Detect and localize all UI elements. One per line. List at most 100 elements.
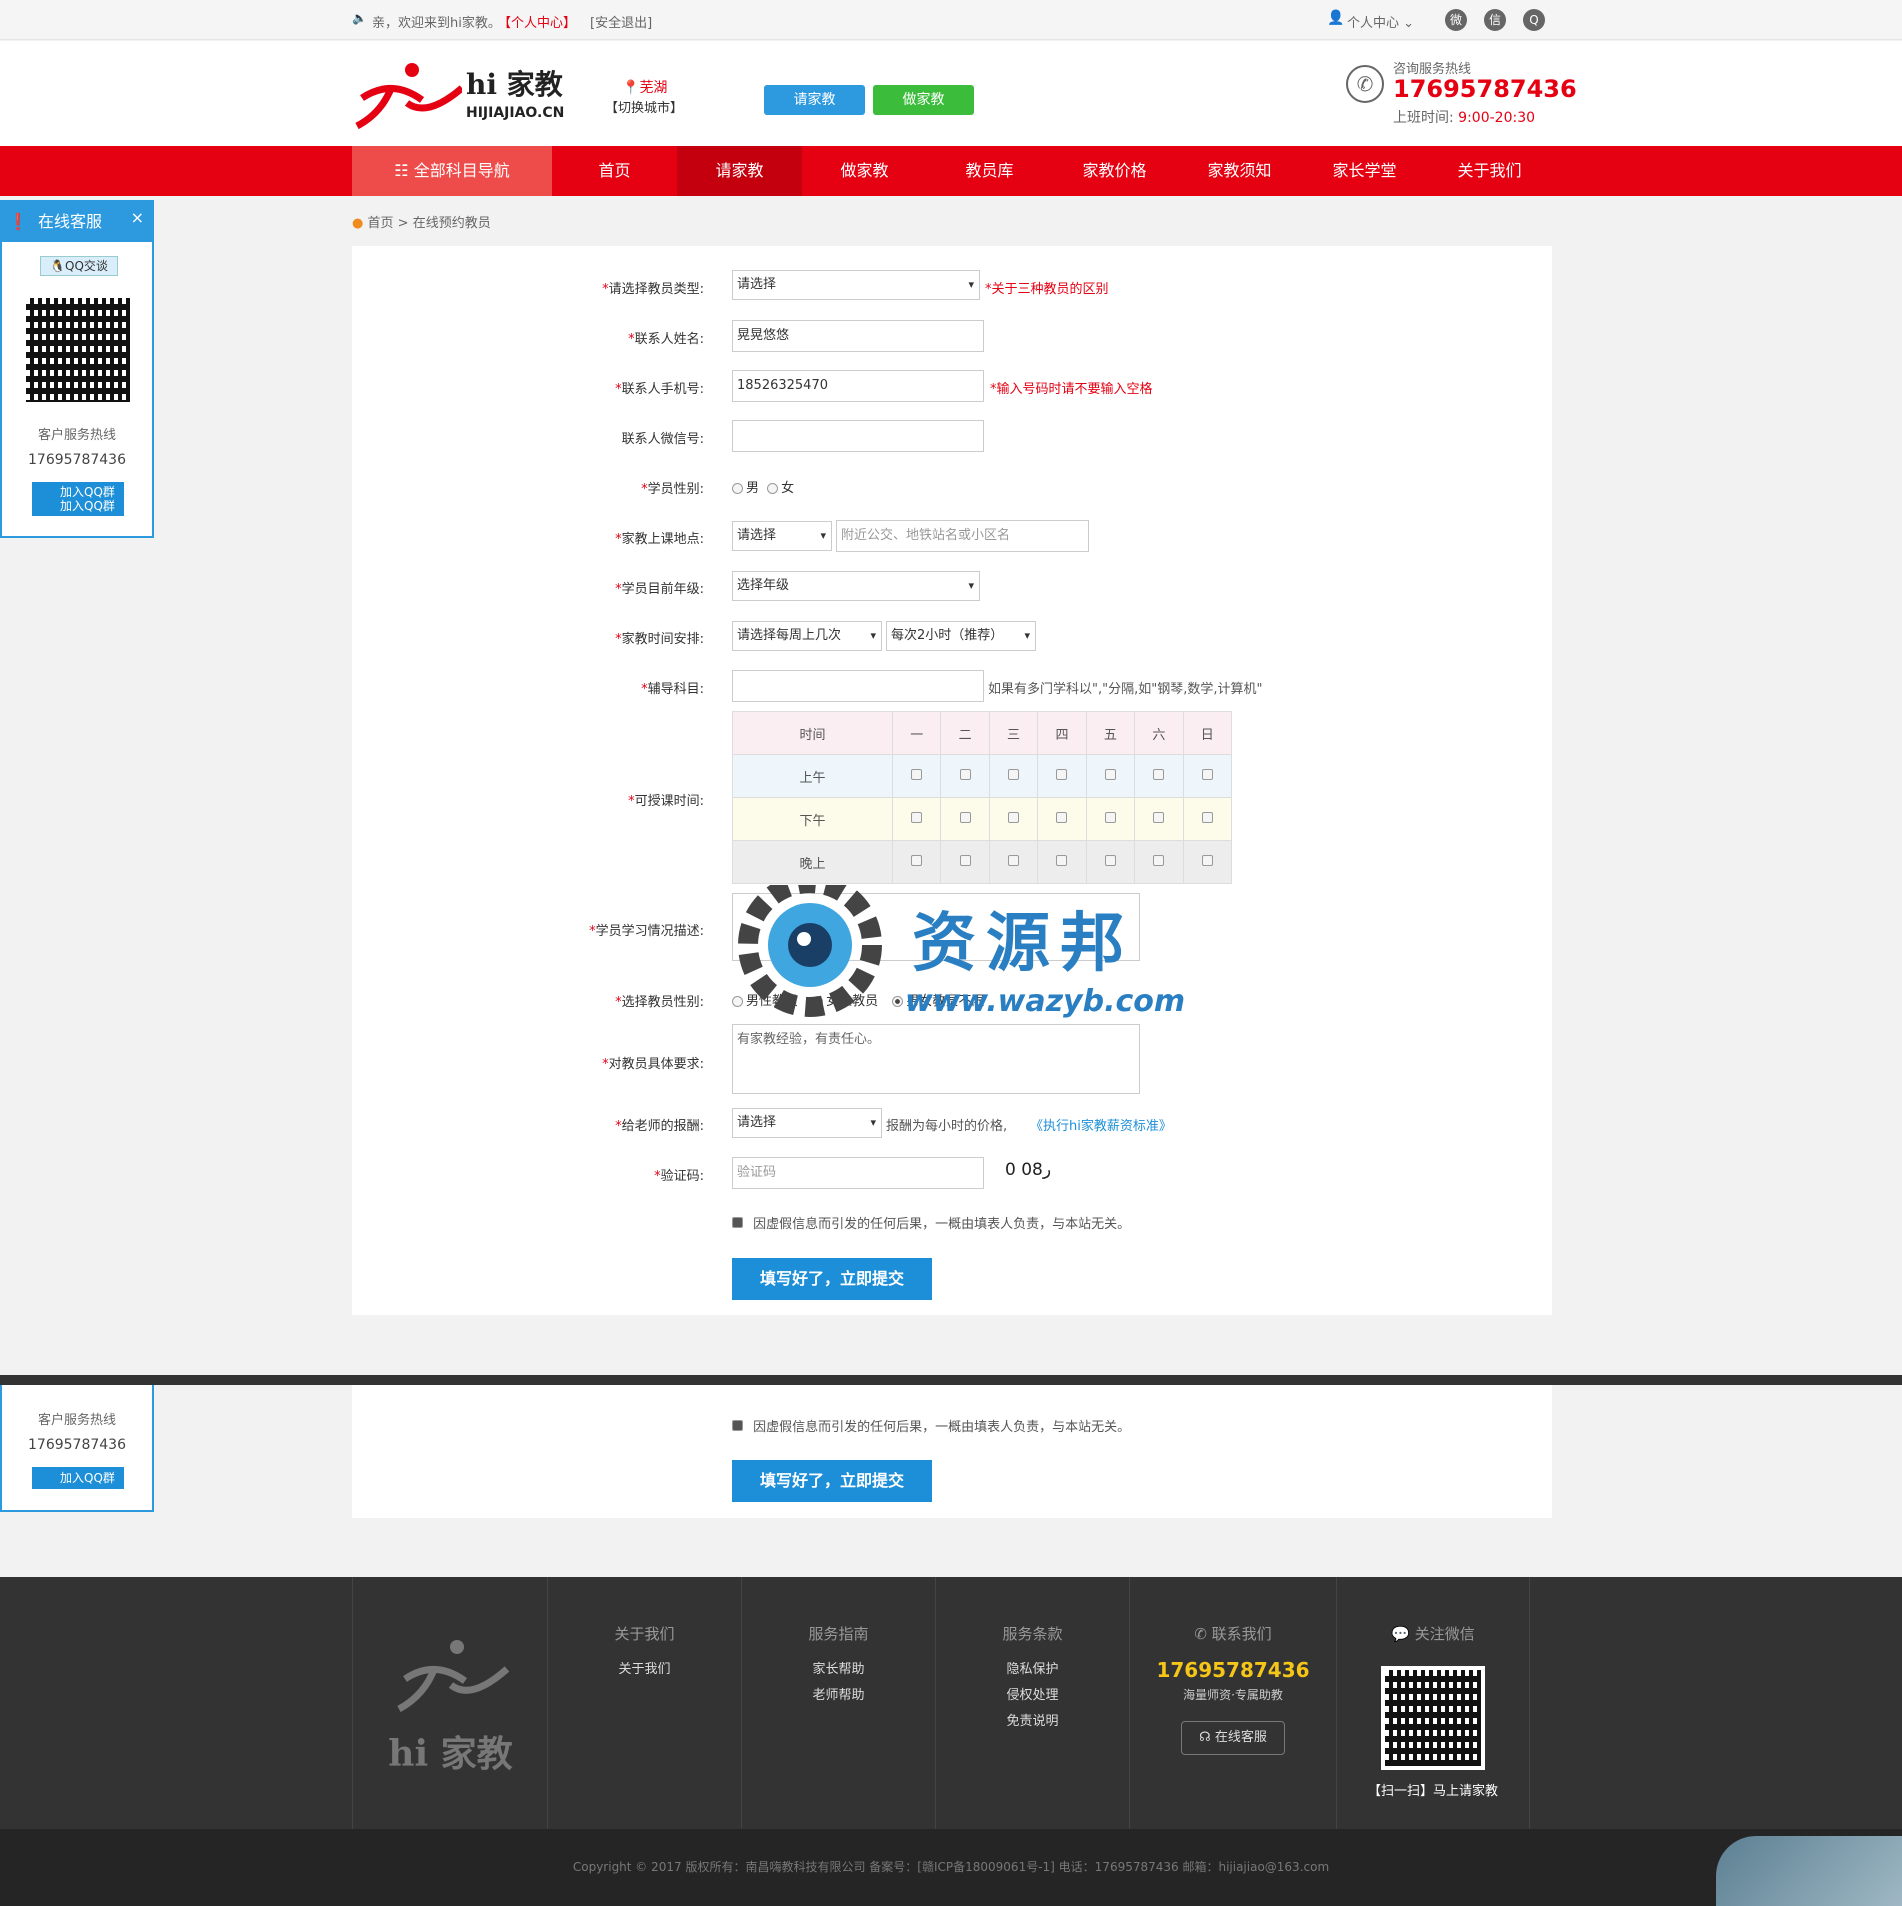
time-checkbox[interactable] — [1153, 811, 1165, 823]
footer-link-teacher-help[interactable]: 老师帮助 — [742, 1688, 935, 1704]
join-qq-group-button[interactable]: 加入QQ群 加入QQ群 — [32, 482, 124, 516]
footer-link-privacy[interactable]: 隐私保护 — [936, 1662, 1129, 1678]
nav-hire-tutor[interactable]: 请家教 — [677, 146, 802, 196]
salary-standard-link[interactable]: 《执行hi家教薪资标准》 — [1030, 1115, 1172, 1134]
time-checkbox[interactable] — [1153, 854, 1165, 866]
grade-select[interactable]: 选择年级 — [732, 571, 980, 601]
time-checkbox[interactable] — [911, 768, 923, 780]
row-label-evening: 晚上 — [732, 840, 893, 884]
agree-checkbox[interactable] — [732, 1217, 743, 1228]
time-checkbox[interactable] — [1056, 811, 1068, 823]
time-checkbox[interactable] — [911, 854, 923, 866]
time-checkbox[interactable] — [1008, 811, 1020, 823]
become-tutor-button[interactable]: 做家教 — [873, 85, 974, 115]
chat-bubble-icon: ❗ — [8, 212, 28, 231]
time-checkbox[interactable] — [1201, 854, 1213, 866]
teacher-type-hint[interactable]: *关于三种教员的区别 — [985, 278, 1109, 297]
nav-all-subjects[interactable]: ☷ 全部科目导航 — [352, 146, 552, 196]
time-checkbox[interactable] — [1201, 768, 1213, 780]
join-qq-label-2: 加入QQ群 — [60, 499, 115, 513]
footer-link-about[interactable]: 关于我们 — [548, 1662, 741, 1678]
join-qq-label: 加入QQ群 — [60, 485, 115, 499]
header: hi 家教 HIJIAJIAO.CN 📍芜湖 【切换城市】 请家教 做家教 ✆ … — [0, 41, 1902, 146]
pay-select[interactable]: 请选择 — [732, 1108, 882, 1138]
time-checkbox[interactable] — [1104, 768, 1116, 780]
contact-wechat-input[interactable] — [732, 420, 984, 452]
close-icon[interactable]: × — [131, 198, 144, 238]
submit-button-repeat[interactable]: 填写好了，立即提交 — [732, 1460, 932, 1502]
footer-about-title: 关于我们 — [614, 1625, 675, 1643]
join-qq-group-button-repeat[interactable]: 加入QQ群 — [32, 1467, 124, 1489]
contact-phone-input[interactable]: 18526325470 — [732, 370, 984, 402]
user-menu[interactable]: 个人中心 ⌄ — [1347, 12, 1414, 31]
service-hotline-label-repeat: 客户服务热线 — [37, 1413, 116, 1428]
nav-tutor-library[interactable]: 教员库 — [927, 146, 1052, 196]
time-checkbox[interactable] — [1201, 811, 1213, 823]
watermark-gear-icon — [730, 873, 890, 1025]
gender-male-label: 男 — [746, 481, 760, 496]
agree-checkbox-repeat[interactable] — [732, 1420, 743, 1431]
online-service-widget-repeat: 客户服务热线 17695787436 加入QQ群 — [0, 1385, 154, 1512]
hotline-number: 17695787436 — [1393, 75, 1577, 103]
nav-price[interactable]: 家教价格 — [1052, 146, 1177, 196]
submit-button[interactable]: 填写好了，立即提交 — [732, 1258, 932, 1300]
contact-name-label: *联系人姓名: — [628, 332, 704, 347]
nav-home[interactable]: 首页 — [552, 146, 677, 196]
contact-name-input[interactable]: 晃晃悠悠 — [732, 320, 984, 352]
nav-notice[interactable]: 家教须知 — [1177, 146, 1302, 196]
table-header-cell: 一 — [891, 711, 942, 755]
captcha-image[interactable]: ر08 0 — [1005, 1160, 1051, 1180]
breadcrumb: ● 首页 > 在线预约教员 — [352, 212, 491, 231]
nav-all-subjects-label: 全部科目导航 — [413, 161, 510, 180]
address-input[interactable]: 附近公交、地铁站名或小区名 — [836, 520, 1089, 552]
hire-tutor-button[interactable]: 请家教 — [764, 85, 865, 115]
time-checkbox[interactable] — [959, 768, 971, 780]
times-per-week-select[interactable]: 请选择每周上几次 — [732, 621, 882, 651]
footer-wechat-column: 💬 关注微信 【扫一扫】马上请家教 — [1336, 1577, 1530, 1829]
gender-female-radio[interactable] — [767, 483, 779, 494]
nav-be-tutor[interactable]: 做家教 — [802, 146, 927, 196]
district-select[interactable]: 请选择 — [732, 521, 832, 551]
phone-icon: ✆ — [1346, 65, 1384, 103]
time-checkbox[interactable] — [1056, 854, 1068, 866]
footer-link-disclaimer[interactable]: 免责说明 — [936, 1714, 1129, 1730]
availability-table: 时间 一 二 三 四 五 六 日 上午 下午 晚上 — [732, 711, 1233, 884]
logout-link[interactable]: [安全退出] — [590, 12, 652, 31]
personal-center-link[interactable]: 【个人中心】 — [498, 12, 576, 31]
teacher-any-radio[interactable] — [892, 996, 904, 1007]
teacher-type-select[interactable]: 请选择 — [732, 270, 980, 300]
qq-chat-button[interactable]: 🐧QQ交谈 — [40, 256, 118, 276]
captcha-input[interactable]: 验证码 — [732, 1157, 984, 1189]
time-checkbox[interactable] — [1104, 854, 1116, 866]
qq-icon[interactable]: Q — [1523, 9, 1545, 31]
requirements-textarea[interactable]: 有家教经验，有责任心。 — [732, 1024, 1140, 1094]
footer-link-parent-help[interactable]: 家长帮助 — [742, 1662, 935, 1678]
breadcrumb-home[interactable]: 首页 — [367, 216, 393, 231]
city-name: 芜湖 — [639, 80, 668, 96]
time-checkbox[interactable] — [1008, 768, 1020, 780]
subject-input[interactable] — [732, 670, 984, 702]
switch-city-link[interactable]: 【切换城市】 — [605, 97, 683, 116]
time-checkbox[interactable] — [959, 811, 971, 823]
wechat-icon[interactable]: 信 — [1484, 9, 1506, 31]
time-checkbox[interactable] — [1153, 768, 1165, 780]
corner-mascot-image[interactable] — [1716, 1836, 1902, 1906]
logo-mark-icon[interactable] — [352, 58, 462, 130]
time-checkbox[interactable] — [1104, 811, 1116, 823]
time-checkbox[interactable] — [1008, 854, 1020, 866]
city-selector[interactable]: 📍芜湖 — [622, 77, 667, 97]
student-gender-label: *学员性别: — [641, 482, 704, 497]
gender-male-radio[interactable] — [732, 483, 743, 494]
footer-contact-title: ✆ 联系我们 — [1130, 1623, 1336, 1644]
footer-link-infringement[interactable]: 侵权处理 — [936, 1688, 1129, 1704]
hours-per-session-select[interactable]: 每次2小时（推荐） — [886, 621, 1036, 651]
nav-about[interactable]: 关于我们 — [1427, 146, 1552, 196]
footer-online-service-button[interactable]: ☊ 在线客服 — [1181, 1721, 1285, 1755]
weibo-icon[interactable]: 微 — [1445, 9, 1467, 31]
time-checkbox[interactable] — [959, 854, 971, 866]
nav-parent-school[interactable]: 家长学堂 — [1302, 146, 1427, 196]
time-checkbox[interactable] — [1056, 768, 1068, 780]
watermark-url: www.wazyb.com — [905, 984, 1186, 1019]
location-label: *家教上课地点: — [615, 532, 704, 547]
time-checkbox[interactable] — [911, 811, 923, 823]
